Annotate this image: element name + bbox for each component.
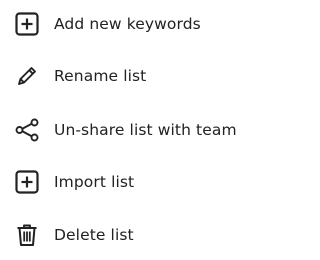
plus-square-icon bbox=[14, 169, 40, 195]
trash-icon bbox=[14, 222, 40, 248]
rename-list-label: Rename list bbox=[54, 67, 147, 85]
add-new-keywords-label: Add new keywords bbox=[54, 15, 201, 33]
rename-list-item[interactable]: Rename list bbox=[0, 50, 263, 102]
share-icon bbox=[14, 117, 40, 143]
delete-list-label: Delete list bbox=[54, 226, 134, 244]
unshare-list-item[interactable]: Un-share list with team bbox=[0, 104, 263, 156]
import-list-label: Import list bbox=[54, 173, 135, 191]
pencil-icon bbox=[14, 63, 40, 89]
delete-list-item[interactable]: Delete list bbox=[0, 209, 263, 260]
add-new-keywords-item[interactable]: Add new keywords bbox=[0, 0, 263, 50]
import-list-item[interactable]: Import list bbox=[0, 156, 263, 208]
list-actions-menu: Add new keywords Rename list Un-share li… bbox=[0, 0, 263, 260]
plus-square-icon bbox=[14, 11, 40, 37]
unshare-list-label: Un-share list with team bbox=[54, 121, 237, 139]
